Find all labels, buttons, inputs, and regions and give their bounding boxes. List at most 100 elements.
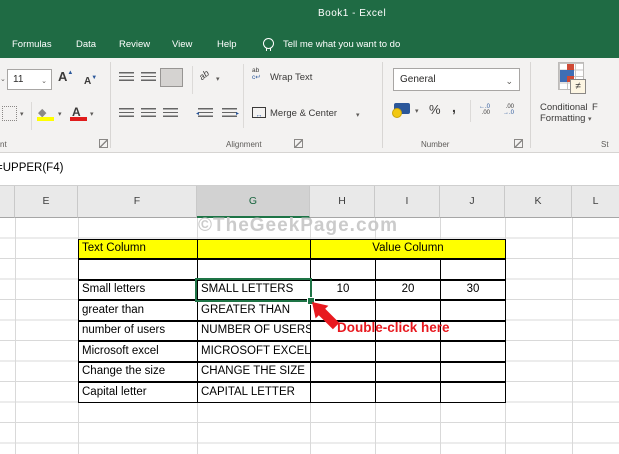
tab-data[interactable]: Data [76, 39, 96, 50]
column-header-L[interactable]: L [572, 186, 619, 218]
wrap-text-icon: ab c↵ [252, 67, 261, 81]
window-title: Book1 - Excel [318, 8, 387, 19]
top-align-button[interactable] [119, 72, 134, 83]
cell-f-microsoft-excel[interactable]: Microsoft excel [78, 341, 198, 362]
merge-center-button[interactable]: Merge & Center [270, 108, 337, 119]
shrink-font-button[interactable]: A▼ [84, 71, 97, 89]
decrease-decimal-button[interactable]: .00 →.0 [503, 104, 514, 116]
font-color-bar [70, 117, 87, 121]
cell-empty[interactable] [310, 341, 376, 362]
cell-empty[interactable] [440, 259, 506, 280]
cell-yellow-empty[interactable] [197, 238, 311, 259]
fill-color-button[interactable]: ◆ [37, 103, 54, 121]
cell-g-number-of-users-upper[interactable]: NUMBER OF USERS [197, 320, 311, 341]
cell-empty[interactable] [78, 259, 198, 280]
number-format-dropdown-arrow-icon: ⌄ [505, 76, 513, 86]
tab-review[interactable]: Review [119, 39, 150, 50]
font-dialog-launcher-icon[interactable] [99, 139, 108, 148]
merge-center-icon: ↔ [252, 107, 266, 119]
tab-view[interactable]: View [172, 39, 192, 50]
cell-f-number-of-users[interactable]: number of users [78, 320, 198, 341]
number-dialog-launcher-icon[interactable] [514, 139, 523, 148]
comma-style-button[interactable]: , [452, 99, 456, 115]
orientation-button-icon[interactable]: ab [197, 68, 211, 82]
cell-empty[interactable] [375, 382, 441, 403]
align-center-button[interactable] [141, 108, 156, 119]
bottom-align-button[interactable] [160, 68, 183, 87]
format-as-table-button-partial[interactable]: F [592, 102, 598, 113]
cell-g-microsoft-excel-upper[interactable]: MICROSOFT EXCEL [197, 341, 311, 362]
cell-f-change-the-size[interactable]: Change the size [78, 361, 198, 382]
cell-empty[interactable] [375, 300, 441, 321]
align-right-button[interactable] [163, 108, 178, 119]
cell-f-small-letters[interactable]: Small letters [78, 279, 198, 300]
cell-j-value[interactable]: 30 [440, 279, 506, 300]
wrap-text-button[interactable]: Wrap Text [270, 72, 312, 83]
cell-g-greater-than-upper[interactable]: GREATER THAN [197, 300, 311, 321]
decrease-indent-button[interactable]: ◂ [196, 108, 213, 119]
accounting-format-icon[interactable] [392, 103, 410, 118]
grow-font-button[interactable]: A▲ [58, 68, 73, 86]
cell-empty[interactable] [440, 300, 506, 321]
font-size-dropdown-arrow-icon: ⌄ [41, 78, 47, 85]
column-header-G-selected[interactable]: G [197, 186, 310, 218]
cell-g-capital-letter-upper[interactable]: CAPITAL LETTER [197, 382, 311, 403]
borders-button-icon[interactable] [2, 106, 17, 121]
styles-group-label: St [601, 140, 609, 149]
cell-f-greater-than[interactable]: greater than [78, 300, 198, 321]
cell-text-column-header[interactable]: Text Column [78, 238, 198, 259]
selected-cell-border[interactable] [195, 278, 312, 302]
conditional-formatting-button[interactable]: Conditional Formatting ▾ [540, 102, 592, 124]
middle-align-button[interactable] [141, 72, 156, 83]
column-header-E[interactable]: E [15, 186, 78, 218]
cell-i-value[interactable]: 20 [375, 279, 441, 300]
font-name-dropdown-arrow-icon[interactable]: ⌄ [0, 75, 6, 83]
cell-empty[interactable] [375, 361, 441, 382]
conditional-formatting-icon[interactable]: ≠ [558, 62, 586, 94]
cell-empty[interactable] [310, 259, 376, 280]
title-bar: Book1 - Excel [0, 0, 619, 30]
orientation-dropdown-arrow-icon[interactable]: ▾ [216, 75, 220, 83]
merge-center-dropdown-arrow-icon[interactable]: ▾ [356, 111, 360, 119]
number-format-value: General [400, 74, 436, 85]
accounting-dropdown-arrow-icon[interactable]: ▾ [415, 107, 419, 115]
column-header-F[interactable]: F [78, 186, 197, 218]
tab-help[interactable]: Help [217, 39, 237, 50]
formula-bar[interactable]: =UPPER(F4) [0, 153, 619, 186]
tell-me-box[interactable]: Tell me what you want to do [283, 39, 400, 50]
cell-empty[interactable] [310, 361, 376, 382]
fill-color-dropdown-arrow-icon[interactable]: ▾ [58, 110, 62, 118]
cell-empty[interactable] [375, 259, 441, 280]
alignment-group-label: Alignment [226, 140, 262, 149]
alignment-dialog-launcher-icon[interactable] [294, 139, 303, 148]
fill-color-bar [37, 117, 54, 121]
cell-empty[interactable] [375, 341, 441, 362]
lightbulb-icon [263, 38, 274, 51]
column-header-I[interactable]: I [375, 186, 440, 218]
ribbon-tab-bar: Formulas Data Review View Help Tell me w… [0, 30, 619, 58]
font-color-dropdown-arrow-icon[interactable]: ▾ [90, 110, 94, 118]
cell-empty[interactable] [440, 361, 506, 382]
font-group-label: nt [0, 140, 7, 149]
column-header-partial[interactable] [0, 186, 15, 218]
align-left-button[interactable] [119, 108, 134, 119]
cell-empty[interactable] [440, 382, 506, 403]
column-header-J[interactable]: J [440, 186, 505, 218]
cell-g-change-the-size-upper[interactable]: CHANGE THE SIZE [197, 361, 311, 382]
column-header-K[interactable]: K [505, 186, 572, 218]
increase-decimal-button[interactable]: ←.0.00 [479, 104, 490, 116]
font-color-button[interactable]: A [70, 103, 87, 121]
percent-style-button[interactable]: % [429, 102, 441, 117]
font-size-combo[interactable]: 11 ⌄ [7, 69, 52, 90]
cell-value-column-header[interactable]: Value Column [310, 238, 506, 259]
cell-empty[interactable] [310, 382, 376, 403]
number-format-combo[interactable]: General ⌄ [393, 68, 520, 91]
cell-f-capital-letter[interactable]: Capital letter [78, 382, 198, 403]
annotation-arrow-icon [312, 302, 340, 330]
increase-indent-button[interactable]: ▸ [222, 108, 239, 119]
column-header-H[interactable]: H [310, 186, 375, 218]
cell-empty[interactable] [197, 259, 311, 280]
tab-formulas[interactable]: Formulas [12, 39, 52, 50]
cell-empty[interactable] [440, 341, 506, 362]
borders-dropdown-arrow-icon[interactable]: ▾ [20, 110, 24, 118]
